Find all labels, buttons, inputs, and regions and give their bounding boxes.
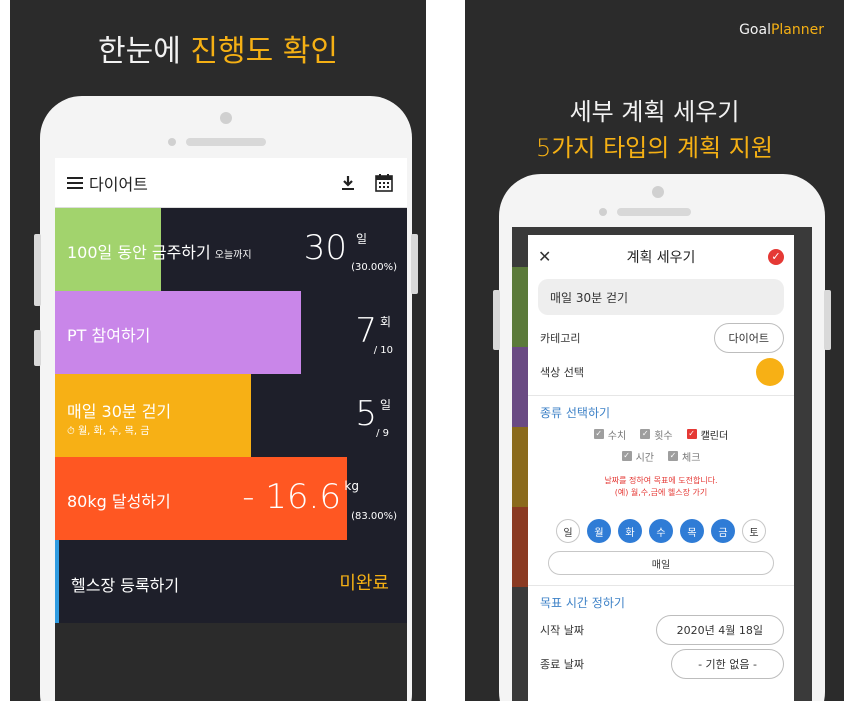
type-numeric-checkbox[interactable]: ✓ 수치 [593,427,626,442]
type-options-row: ✓ 시간 ✓ 체크 [528,445,794,467]
goal-percent: (83.00%) [351,511,397,522]
goal-unit: 회 [379,315,391,329]
end-date-button[interactable]: - 기한 없음 - [671,649,784,679]
goal-row[interactable]: 100일 동안 금주하기 오늘까지 30 일 (30.00%) [55,208,407,291]
start-date-label: 시작 날짜 [540,624,584,637]
brand-logo: GoalPlanner [739,22,824,38]
color-label: 색상 선택 [540,366,584,379]
phone-side-button [493,290,500,350]
end-date-row: 종료 날짜 - 기한 없음 - [528,647,794,681]
close-icon[interactable]: ✕ [538,247,551,266]
calendar-icon[interactable] [373,172,395,194]
goal-title: 100일 동안 금주하기 오늘까지 [67,243,252,262]
day-tue-toggle[interactable]: 화 [618,519,642,543]
start-date-button[interactable]: 2020년 4월 18일 [655,615,784,645]
background-row-strip [512,347,528,427]
type-count-checkbox[interactable]: ✓ 횟수 [640,427,673,442]
color-row: 색상 선택 [528,355,794,389]
goal-value: 30 [303,228,347,268]
phone-sensor [168,138,176,146]
headline-accent-text: 진행도 확인 [190,34,338,69]
dialog-header: ✕ 계획 세우기 ✓ [528,235,794,279]
day-sun-toggle[interactable]: 일 [556,519,580,543]
category-select-button[interactable]: 다이어트 [713,323,784,353]
right-headline: 세부 계획 세우기 [569,98,740,126]
app-screen: ✕ 계획 세우기 ✓ 매일 30분 걷기 카테고리 다이어트 색상 선택 종류 … [512,227,812,701]
phone-speaker [186,138,266,146]
goal-status: 미완료 [339,573,389,594]
type-calendar-checkbox[interactable]: ✓ 캘린더 [686,427,728,442]
right-promo-panel: GoalPlanner 세부 계획 세우기 5가지 타입의 계획 지원 ✕ 계획… [465,0,844,701]
background-row-strip [512,507,528,587]
goal-percent: (30.00%) [351,262,397,273]
phone-camera [652,186,664,198]
goal-unit: 일 [355,232,367,246]
phone-side-button [34,330,41,366]
goal-title: 매일 30분 걷기 [67,402,172,421]
day-fri-toggle[interactable]: 금 [711,519,735,543]
goal-value: - 16.6 [242,477,341,517]
start-date-row: 시작 날짜 2020년 4월 18일 [528,613,794,647]
day-thu-toggle[interactable]: 목 [680,519,704,543]
day-sat-toggle[interactable]: 토 [742,519,766,543]
left-headline: 한눈에 진행도 확인 [10,26,426,70]
type-check-checkbox[interactable]: ✓ 체크 [668,449,700,464]
goal-title: 헬스장 등록하기 [71,576,180,595]
type-hint-text: 날짜를 정하여 목표에 도전합니다. (예) 월,수,금에 헬스장 가기 [604,476,718,497]
app-screen: 다이어트 100일 동안 금주하기 오늘까지 30 일 (30.00%) PT 참… [55,158,407,701]
goal-row[interactable]: 매일 30분 걷기 ⏱ 월, 화, 수, 목, 금 5 일 / 9 [55,374,407,457]
phone-side-button [34,234,41,306]
goal-unit: 일 [379,398,391,412]
goal-title: 80kg 달성하기 [67,492,171,511]
phone-speaker [617,208,691,216]
app-bar: 다이어트 [55,158,407,208]
every-day-button[interactable]: 매일 [548,551,774,575]
left-promo-panel: 한눈에 진행도 확인 다이어트 100일 동안 금주하기 오늘까지 30 일 (3… [10,0,426,701]
end-date-label: 종료 날짜 [540,658,584,671]
type-options-row: ✓ 수치 ✓ 횟수 ✓ 캘린더 [528,423,794,445]
goal-days: ⏱ 월, 화, 수, 목, 금 [67,426,150,437]
goal-row[interactable]: PT 참여하기 7 회 / 10 [55,291,407,374]
category-row: 카테고리 다이어트 [528,321,794,355]
background-row-strip [512,427,528,507]
type-time-checkbox[interactable]: ✓ 시간 [621,449,654,464]
goal-row[interactable]: 80kg 달성하기 - 16.6 kg (83.00%) [55,457,407,540]
day-wed-toggle[interactable]: 수 [649,519,673,543]
weekday-selector: 일 월 화 수 목 금 토 [528,519,794,543]
headline-text: 한눈에 [98,34,191,69]
download-icon[interactable] [337,172,359,194]
day-mon-toggle[interactable]: 월 [587,519,611,543]
background-row-strip [512,267,528,347]
goal-until-label: 오늘까지 [214,250,252,261]
phone-sensor [599,208,607,216]
color-picker-button[interactable] [756,358,784,386]
phone-camera [220,112,232,124]
time-section-title: 목표 시간 정하기 [528,585,794,613]
right-subheadline: 5가지 타입의 계획 지원 [536,134,773,162]
category-title: 다이어트 [89,174,148,194]
type-section-title: 종류 선택하기 [528,395,794,423]
goal-value: 5 [355,394,377,434]
confirm-check-icon[interactable]: ✓ [768,249,784,265]
goal-unit: kg [344,479,359,493]
category-label: 카테고리 [540,332,581,345]
phone-side-button [411,234,418,294]
menu-icon[interactable] [67,176,83,189]
dialog-title: 계획 세우기 [626,250,696,266]
plan-dialog: ✕ 계획 세우기 ✓ 매일 30분 걷기 카테고리 다이어트 색상 선택 종류 … [528,235,794,701]
goal-row[interactable]: 헬스장 등록하기 미완료 [55,540,407,623]
goal-total: / 9 [376,428,389,439]
goal-total: / 10 [373,345,393,356]
goal-title: PT 참여하기 [67,326,151,345]
plan-name-input[interactable]: 매일 30분 걷기 [538,279,784,315]
phone-side-button [824,290,831,350]
